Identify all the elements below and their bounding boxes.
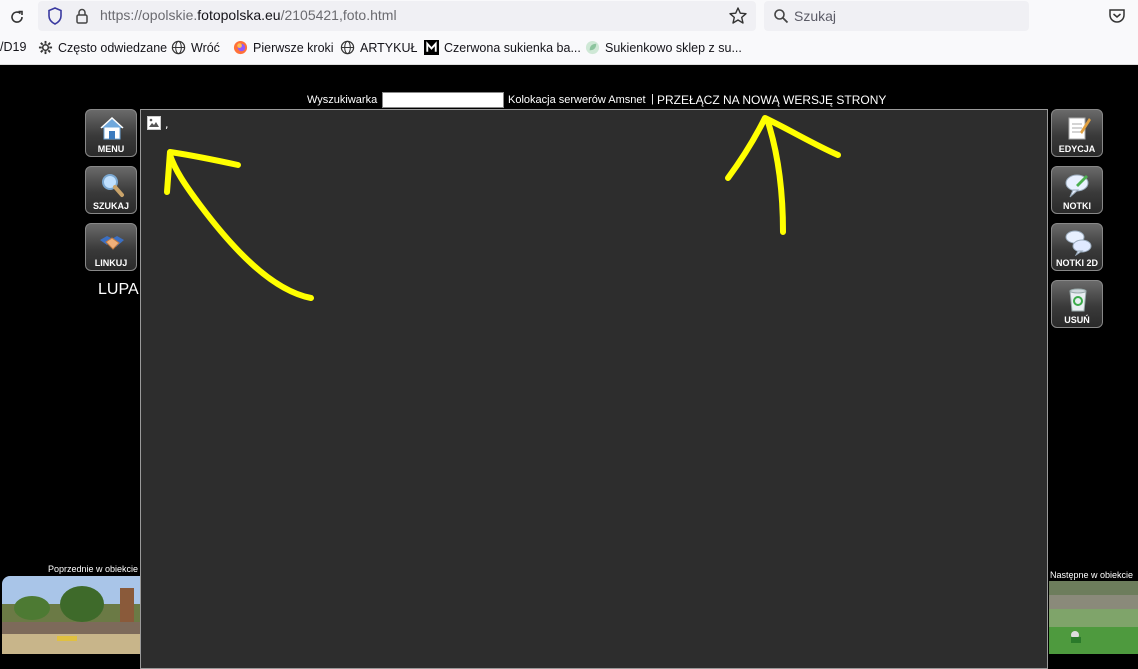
next-thumbnail[interactable] bbox=[1049, 581, 1138, 654]
broken-image-icon bbox=[147, 116, 161, 130]
bookmark-label: Pierwsze kroki bbox=[253, 40, 334, 55]
bookmark-label: Wróć bbox=[191, 40, 220, 55]
magnifier-icon bbox=[102, 174, 124, 197]
bookmark-label: Czerwona sukienka ba... bbox=[444, 40, 581, 55]
link-button-label: LINKUJ bbox=[94, 258, 128, 268]
next-label: Następne w obiekcie bbox=[1050, 570, 1134, 580]
recycle-bin-icon bbox=[1069, 288, 1087, 312]
m-logo-icon bbox=[424, 40, 439, 55]
next-photo-image bbox=[1049, 581, 1138, 654]
bookmark-label: ARTYKUŁ bbox=[360, 40, 418, 55]
bookmark-label: Sukienkowo sklep z su... bbox=[605, 40, 742, 55]
photo-viewer[interactable]: , bbox=[140, 109, 1048, 669]
bookmark-item[interactable]: Pierwsze kroki bbox=[233, 40, 334, 55]
pocket-icon[interactable] bbox=[1108, 7, 1126, 25]
search-button[interactable]: SZUKAJ bbox=[85, 166, 137, 214]
notes-button[interactable]: NOTKI bbox=[1051, 166, 1103, 214]
previous-photo-image bbox=[2, 576, 140, 654]
previous-thumbnail[interactable] bbox=[2, 576, 140, 654]
browser-toolbar: https://opolskie.fotopolska.eu/2105421,f… bbox=[0, 0, 1138, 34]
edit-button[interactable]: EDYCJA bbox=[1051, 109, 1103, 157]
bookmark-item[interactable]: Czerwona sukienka ba... bbox=[424, 40, 581, 55]
globe-icon bbox=[171, 40, 186, 55]
browser-search-box[interactable]: Szukaj bbox=[764, 1, 1029, 31]
firefox-icon bbox=[233, 40, 248, 55]
bookmark-label: /D19 bbox=[0, 40, 27, 54]
bookmark-item[interactable]: Wróć bbox=[171, 40, 220, 55]
search-button-label: SZUKAJ bbox=[92, 201, 129, 211]
speech-bubble-icon bbox=[1065, 174, 1089, 198]
notes-2d-button-label: NOTKI 2D bbox=[1055, 258, 1098, 268]
bookmark-label: Często odwiedzane bbox=[58, 40, 168, 55]
delete-button-label: USUŃ bbox=[1064, 315, 1090, 325]
bookmark-item[interactable]: /D19 bbox=[0, 40, 26, 54]
search-placeholder: Szukaj bbox=[794, 8, 837, 24]
globe-icon bbox=[340, 40, 355, 55]
speech-bubbles-icon bbox=[1065, 230, 1092, 256]
url-path: /2105421,foto.html bbox=[280, 7, 397, 23]
separator: | bbox=[651, 93, 654, 105]
previous-label: Poprzednie w obiekcie bbox=[48, 564, 139, 574]
menu-button[interactable]: MENU bbox=[85, 109, 137, 157]
page-top-bar: Wyszukiwarka Kolokacja serwerów Amsnet |… bbox=[0, 92, 1138, 110]
lock-icon[interactable] bbox=[74, 7, 90, 25]
bookmarks-toolbar: /D19 Często odwiedzane Wróć Pierwsze kro… bbox=[0, 34, 1138, 65]
delete-button[interactable]: USUŃ bbox=[1051, 280, 1103, 328]
site-search-input[interactable] bbox=[382, 92, 504, 108]
bookmark-item[interactable]: Często odwiedzane bbox=[38, 40, 167, 55]
colocation-link[interactable]: Kolokacja serwerów Amsnet bbox=[508, 94, 646, 106]
new-version-link[interactable]: PRZEŁĄCZ NA NOWĄ WERSJĘ STRONY bbox=[657, 93, 886, 107]
bookmark-item[interactable]: ARTYKUŁ bbox=[340, 40, 417, 55]
leaf-icon bbox=[585, 40, 600, 55]
address-bar[interactable]: https://opolskie.fotopolska.eu/2105421,f… bbox=[38, 1, 756, 31]
home-icon bbox=[100, 116, 124, 140]
url-prefix: https://opolskie. bbox=[100, 7, 198, 23]
menu-button-label: MENU bbox=[97, 144, 125, 154]
link-button[interactable]: LINKUJ bbox=[85, 223, 137, 271]
photo-caption: , bbox=[165, 118, 169, 131]
handshake-icon bbox=[100, 236, 124, 250]
notes-button-label: NOTKI bbox=[1063, 201, 1091, 211]
notes-2d-button[interactable]: NOTKI 2D bbox=[1051, 223, 1103, 271]
shield-icon[interactable] bbox=[47, 7, 63, 25]
url-domain: fotopolska.eu bbox=[197, 7, 281, 23]
lupa-label[interactable]: LUPA bbox=[98, 281, 139, 299]
search-label: Wyszukiwarka bbox=[307, 94, 378, 106]
search-icon bbox=[774, 9, 789, 24]
bookmark-item[interactable]: Sukienkowo sklep z su... bbox=[585, 40, 742, 55]
gear-icon bbox=[38, 40, 53, 55]
notepad-icon bbox=[1068, 117, 1091, 140]
reload-icon[interactable] bbox=[8, 8, 26, 26]
bookmark-star-icon[interactable] bbox=[728, 6, 748, 26]
url-text[interactable]: https://opolskie.fotopolska.eu/2105421,f… bbox=[100, 7, 397, 23]
edit-button-label: EDYCJA bbox=[1058, 144, 1096, 154]
